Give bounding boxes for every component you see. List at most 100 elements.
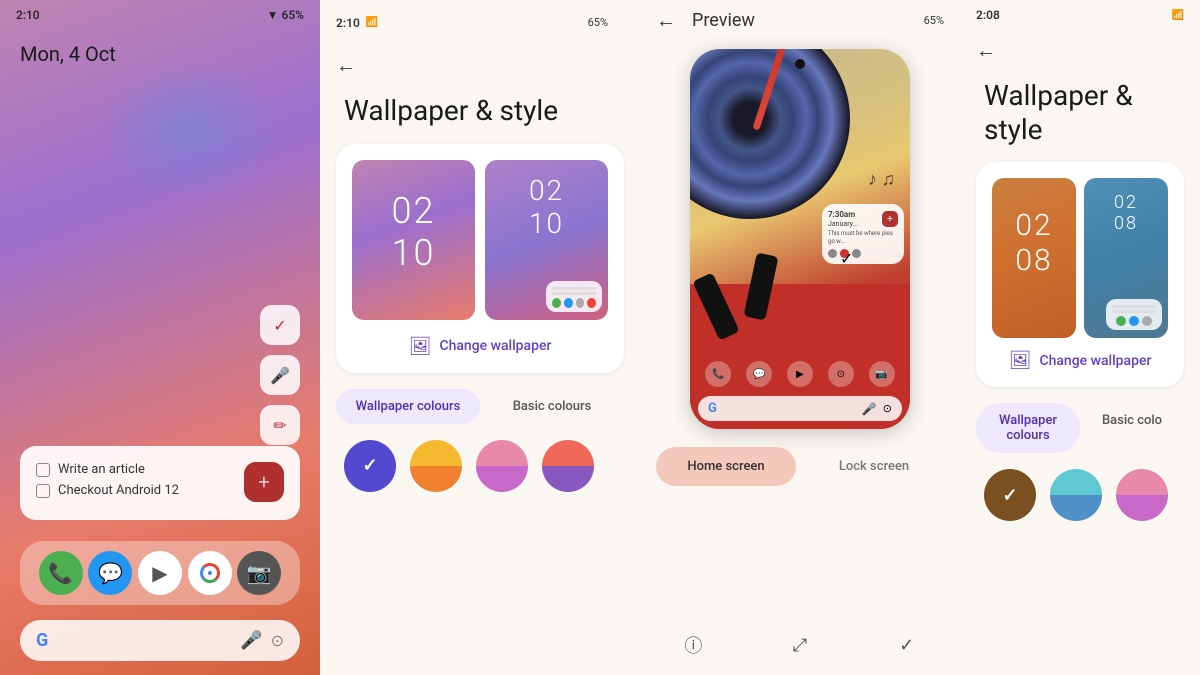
fab-mini-edit[interactable]: ✏ <box>260 405 300 445</box>
tab-basic-colours[interactable]: Basic colours <box>480 389 624 424</box>
widget-icon-row: ✓ <box>828 249 898 258</box>
wallpaper-screens-2: 0208 0208 <box>992 178 1168 338</box>
widget-fab: + <box>882 211 898 227</box>
dock-message-icon[interactable]: 💬 <box>88 551 132 595</box>
todo-item-2: Checkout Android 12 <box>36 483 232 498</box>
app-camera2[interactable]: 📷 <box>869 361 895 387</box>
mini-app-a <box>1116 316 1126 326</box>
back-button-2[interactable]: ← <box>320 45 640 86</box>
panel2-status-bar: 2:10 📶 65% <box>320 0 640 45</box>
preview-bottom-controls: ⓘ ⤢ ✓ <box>640 627 960 663</box>
phone-app-icons: 📞 💬 ▶ ⊙ 📷 <box>690 361 910 387</box>
search-bar[interactable]: G 🎤 ⊙ <box>20 620 300 661</box>
todo-widget: Write an article Checkout Android 12 + <box>20 446 300 520</box>
swatch-p2-bottom <box>1050 495 1102 521</box>
status-icons-1: ▼ 65% <box>267 8 304 22</box>
phone-search-g: G <box>708 401 717 416</box>
panel-home-screen: 2:10 ▼ 65% Mon, 4 Oct Write an article C… <box>0 0 320 675</box>
chrome-center <box>207 570 213 576</box>
widget-line-1 <box>552 287 596 290</box>
phone-search-lens: ⊙ <box>883 402 892 415</box>
dock-chrome-icon[interactable] <box>188 551 232 595</box>
app-phone[interactable]: 📞 <box>705 361 731 387</box>
swatch-2-bottom <box>410 466 462 492</box>
wifi-icon: ▼ <box>267 8 279 22</box>
back-button-4[interactable]: ← <box>960 30 1200 71</box>
status-bar-1: 2:10 ▼ 65% <box>0 0 320 30</box>
preview-screen-tabs: Home screen Lock screen <box>656 447 944 486</box>
wallpaper-preview-card-2: 0208 0208 🖼 Change wallpaper <box>976 162 1184 387</box>
phone-mockup-container: ♪ ♫ 7:30amJanuary... + This must be wher… <box>640 41 960 437</box>
swatch-p2-3[interactable] <box>1116 469 1168 521</box>
tab-lock-screen[interactable]: Lock screen <box>804 447 944 486</box>
dock-camera-icon[interactable]: 📷 <box>237 551 281 595</box>
mini-app-4 <box>587 298 596 308</box>
panel3-status-bar: ← Preview 65% <box>640 0 960 41</box>
change-wallpaper-label-2: Change wallpaper <box>1039 353 1151 369</box>
wp-screen-lock[interactable]: 0210 <box>485 160 608 320</box>
wp-mini-widget <box>546 281 602 312</box>
check-icon: ✓ <box>273 316 286 335</box>
fab-mini-check[interactable]: ✓ <box>260 305 300 345</box>
wp-clock-lock-2: 0208 <box>1084 178 1168 234</box>
app-play[interactable]: ▶ <box>787 361 813 387</box>
mini-app-3 <box>576 298 585 308</box>
expand-button[interactable]: ⤢ <box>782 627 818 663</box>
tab-basic-colours-2[interactable]: Basic colo <box>1080 403 1184 453</box>
fab-mini-mic[interactable]: 🎤 <box>260 355 300 395</box>
todo-item-1: Write an article <box>36 462 232 477</box>
colour-swatches-2: ✓ <box>960 453 1200 537</box>
change-wallpaper-button-2[interactable]: 🖼 Change wallpaper <box>992 350 1168 371</box>
search-lens-icon[interactable]: ⊙ <box>271 631 284 650</box>
panel-wallpaper-style: 2:10 📶 65% ← Wallpaper & style 0210 0210 <box>320 0 640 675</box>
dock-play-icon[interactable]: ▶ <box>138 551 182 595</box>
confirm-button[interactable]: ✓ <box>889 627 925 663</box>
widget-line-b <box>1112 310 1156 313</box>
wp-mini-app-row <box>552 298 596 308</box>
dock-phone-icon[interactable]: 📞 <box>39 551 83 595</box>
swatch-p2-2[interactable] <box>1050 469 1102 521</box>
time-4: 2:08 <box>976 8 1000 22</box>
swatch-selected[interactable]: ✓ <box>344 440 396 492</box>
battery-icon: 65% <box>282 8 304 22</box>
image-icon: 🖼 <box>409 336 432 357</box>
checkbox-2[interactable] <box>36 484 50 498</box>
tab-wallpaper-colours-2[interactable]: Wallpaper colours <box>976 403 1080 453</box>
swatch-4-bottom <box>542 466 594 492</box>
wp-screen-home-2[interactable]: 0208 <box>992 178 1076 338</box>
search-mic-icon[interactable]: 🎤 <box>240 630 262 651</box>
phone-search-bar[interactable]: G 🎤 ⊙ <box>698 396 902 421</box>
music-notes: ♪ ♫ <box>868 169 895 190</box>
swatch-3[interactable] <box>476 440 528 492</box>
checkbox-1[interactable] <box>36 463 50 477</box>
tab-wallpaper-colours[interactable]: Wallpaper colours <box>336 389 480 424</box>
swatch-4[interactable] <box>542 440 594 492</box>
wp-screen-lock-2[interactable]: 0208 <box>1084 178 1168 338</box>
change-wallpaper-button[interactable]: 🖼 Change wallpaper <box>352 336 608 357</box>
tab-home-screen[interactable]: Home screen <box>656 447 796 486</box>
phone-mockup: ♪ ♫ 7:30amJanuary... + This must be wher… <box>690 49 910 429</box>
swatch-4-top <box>542 440 594 466</box>
wallpaper-screens: 0210 0210 <box>352 160 608 320</box>
panel4-status-bar: 2:08 📶 <box>960 0 1200 30</box>
swatch-selected-2[interactable]: ✓ <box>984 469 1036 521</box>
wp-mini-widget-2 <box>1106 299 1162 330</box>
battery-3: 65% <box>924 14 944 27</box>
app-msg[interactable]: 💬 <box>746 361 772 387</box>
time-2: 2:10 <box>336 16 360 30</box>
mini-app-b <box>1129 316 1139 326</box>
battery-2: 65% <box>572 8 624 37</box>
todo-text-2: Checkout Android 12 <box>58 483 179 498</box>
swatch-p2-top <box>1050 469 1102 495</box>
wp-screen-home[interactable]: 0210 <box>352 160 475 320</box>
app-cam[interactable]: ⊙ <box>828 361 854 387</box>
swatch-p2-3-top <box>1116 469 1168 495</box>
wp-clock-home: 0210 <box>352 160 475 274</box>
info-button[interactable]: ⓘ <box>675 627 711 663</box>
swatch-2[interactable] <box>410 440 462 492</box>
todo-items: Write an article Checkout Android 12 <box>36 462 232 504</box>
todo-fab-button[interactable]: + <box>244 462 284 502</box>
wp-clock-lock: 0210 <box>485 160 608 240</box>
back-button-3[interactable]: ← <box>656 8 676 33</box>
edit-icon: ✏ <box>273 416 286 435</box>
